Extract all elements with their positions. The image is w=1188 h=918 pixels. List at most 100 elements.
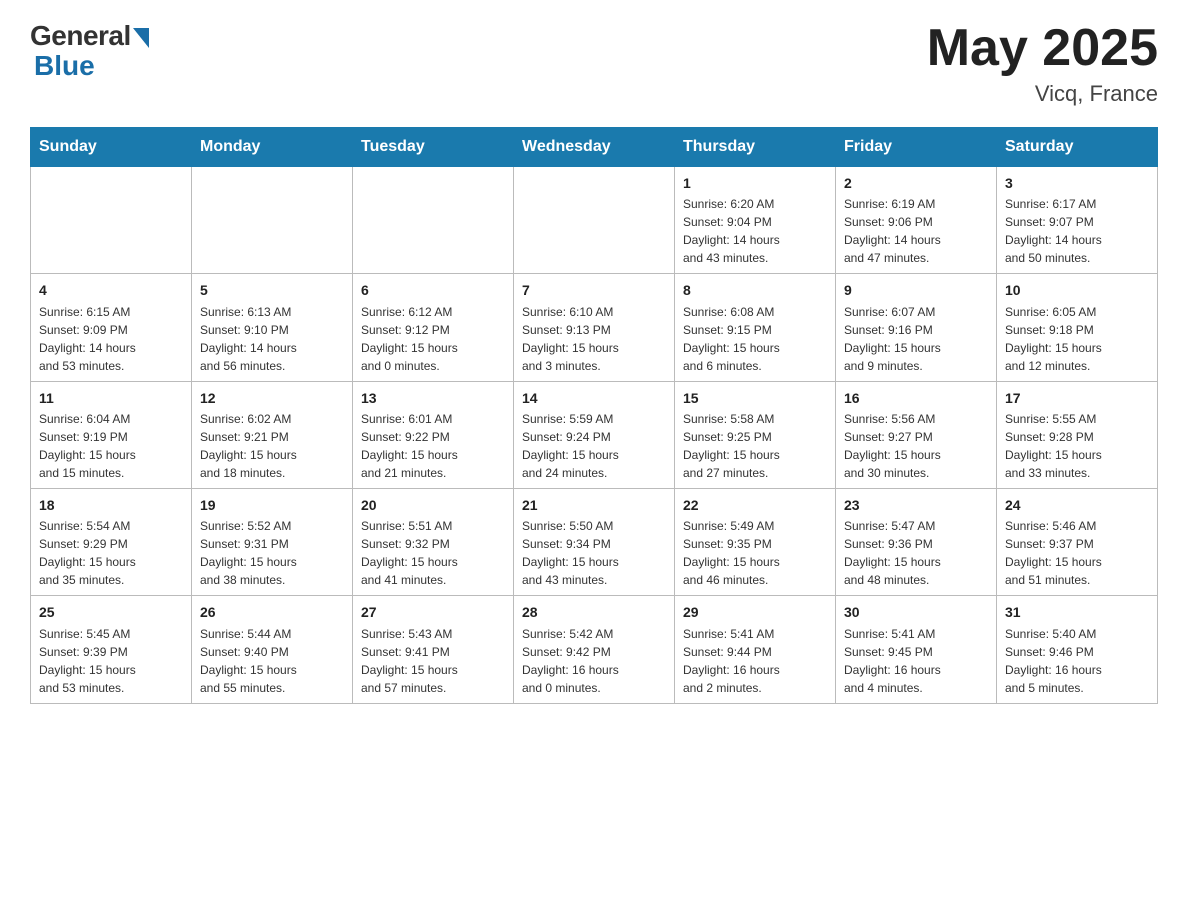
day-number: 22 <box>683 495 827 515</box>
calendar-week-row: 11Sunrise: 6:04 AM Sunset: 9:19 PM Dayli… <box>31 381 1158 488</box>
day-number: 5 <box>200 280 344 300</box>
day-info: Sunrise: 5:46 AM Sunset: 9:37 PM Dayligh… <box>1005 517 1149 589</box>
table-row: 8 Sunrise: 6:08 AM Sunset: 9:15 PM Daylig… <box>675 274 836 381</box>
day-info: Sunrise: 5:41 AM Sunset: 9:44 PM Dayligh… <box>683 625 827 697</box>
table-row: 29 Sunrise: 5:41 AM Sunset: 9:44 PM Dayli… <box>675 596 836 703</box>
table-row: 1Sunrise: 6:20 AM Sunset: 9:04 PM Daylig… <box>675 167 836 274</box>
day-info: Sunrise: 6:02 AM Sunset: 9:21 PM Dayligh… <box>200 410 344 482</box>
table-row: 23Sunrise: 5:47 AM Sunset: 9:36 PM Dayli… <box>836 489 997 596</box>
day-number: 28 <box>522 602 666 622</box>
day-info: Sunrise: 6:19 AM Sunset: 9:06 PM Dayligh… <box>844 195 988 267</box>
day-number: 8 <box>683 280 827 300</box>
calendar-week-row: 25 Sunrise: 5:45 AM Sunset: 9:39 PM Dayli… <box>31 596 1158 703</box>
day-number: 7 <box>522 280 666 300</box>
day-number: 27 <box>361 602 505 622</box>
table-row: 21Sunrise: 5:50 AM Sunset: 9:34 PM Dayli… <box>514 489 675 596</box>
day-info: Sunrise: 6:07 AM Sunset: 9:16 PM Dayligh… <box>844 303 988 375</box>
col-friday: Friday <box>836 128 997 167</box>
day-info: Sunrise: 6:04 AM Sunset: 9:19 PM Dayligh… <box>39 410 183 482</box>
day-number: 6 <box>361 280 505 300</box>
day-info: Sunrise: 5:52 AM Sunset: 9:31 PM Dayligh… <box>200 517 344 589</box>
table-row: 9 Sunrise: 6:07 AM Sunset: 9:16 PM Daylig… <box>836 274 997 381</box>
table-row: 26 Sunrise: 5:44 AM Sunset: 9:40 PM Dayli… <box>192 596 353 703</box>
day-number: 2 <box>844 173 988 193</box>
logo-arrow-icon <box>133 28 149 48</box>
calendar-header-row: Sunday Monday Tuesday Wednesday Thursday… <box>31 128 1158 167</box>
day-number: 15 <box>683 388 827 408</box>
table-row <box>31 167 192 274</box>
day-info: Sunrise: 5:40 AM Sunset: 9:46 PM Dayligh… <box>1005 625 1149 697</box>
day-info: Sunrise: 5:49 AM Sunset: 9:35 PM Dayligh… <box>683 517 827 589</box>
table-row <box>514 167 675 274</box>
table-row: 7 Sunrise: 6:10 AM Sunset: 9:13 PM Daylig… <box>514 274 675 381</box>
day-number: 12 <box>200 388 344 408</box>
table-row: 27 Sunrise: 5:43 AM Sunset: 9:41 PM Dayli… <box>353 596 514 703</box>
table-row: 20Sunrise: 5:51 AM Sunset: 9:32 PM Dayli… <box>353 489 514 596</box>
day-info: Sunrise: 5:51 AM Sunset: 9:32 PM Dayligh… <box>361 517 505 589</box>
day-info: Sunrise: 6:10 AM Sunset: 9:13 PM Dayligh… <box>522 303 666 375</box>
calendar-table: Sunday Monday Tuesday Wednesday Thursday… <box>30 127 1158 703</box>
day-number: 16 <box>844 388 988 408</box>
day-info: Sunrise: 5:50 AM Sunset: 9:34 PM Dayligh… <box>522 517 666 589</box>
day-info: Sunrise: 6:12 AM Sunset: 9:12 PM Dayligh… <box>361 303 505 375</box>
day-number: 24 <box>1005 495 1149 515</box>
col-tuesday: Tuesday <box>353 128 514 167</box>
col-wednesday: Wednesday <box>514 128 675 167</box>
calendar-week-row: 4Sunrise: 6:15 AM Sunset: 9:09 PM Daylig… <box>31 274 1158 381</box>
day-info: Sunrise: 6:17 AM Sunset: 9:07 PM Dayligh… <box>1005 195 1149 267</box>
table-row: 5 Sunrise: 6:13 AM Sunset: 9:10 PM Daylig… <box>192 274 353 381</box>
day-info: Sunrise: 5:42 AM Sunset: 9:42 PM Dayligh… <box>522 625 666 697</box>
logo: General Blue <box>30 20 149 82</box>
month-year-title: May 2025 <box>927 20 1158 77</box>
table-row: 19Sunrise: 5:52 AM Sunset: 9:31 PM Dayli… <box>192 489 353 596</box>
table-row: 25 Sunrise: 5:45 AM Sunset: 9:39 PM Dayli… <box>31 596 192 703</box>
day-number: 31 <box>1005 602 1149 622</box>
calendar-week-row: 18Sunrise: 5:54 AM Sunset: 9:29 PM Dayli… <box>31 489 1158 596</box>
day-info: Sunrise: 5:55 AM Sunset: 9:28 PM Dayligh… <box>1005 410 1149 482</box>
day-number: 25 <box>39 602 183 622</box>
col-thursday: Thursday <box>675 128 836 167</box>
table-row: 6 Sunrise: 6:12 AM Sunset: 9:12 PM Daylig… <box>353 274 514 381</box>
table-row: 28 Sunrise: 5:42 AM Sunset: 9:42 PM Dayli… <box>514 596 675 703</box>
col-saturday: Saturday <box>997 128 1158 167</box>
col-sunday: Sunday <box>31 128 192 167</box>
table-row: 24Sunrise: 5:46 AM Sunset: 9:37 PM Dayli… <box>997 489 1158 596</box>
table-row: 11Sunrise: 6:04 AM Sunset: 9:19 PM Dayli… <box>31 381 192 488</box>
table-row: 2Sunrise: 6:19 AM Sunset: 9:06 PM Daylig… <box>836 167 997 274</box>
day-info: Sunrise: 6:05 AM Sunset: 9:18 PM Dayligh… <box>1005 303 1149 375</box>
day-number: 1 <box>683 173 827 193</box>
day-number: 4 <box>39 280 183 300</box>
table-row: 31 Sunrise: 5:40 AM Sunset: 9:46 PM Dayli… <box>997 596 1158 703</box>
table-row: 22Sunrise: 5:49 AM Sunset: 9:35 PM Dayli… <box>675 489 836 596</box>
day-number: 10 <box>1005 280 1149 300</box>
table-row: 12Sunrise: 6:02 AM Sunset: 9:21 PM Dayli… <box>192 381 353 488</box>
day-number: 30 <box>844 602 988 622</box>
day-number: 29 <box>683 602 827 622</box>
day-number: 13 <box>361 388 505 408</box>
day-number: 3 <box>1005 173 1149 193</box>
day-info: Sunrise: 6:13 AM Sunset: 9:10 PM Dayligh… <box>200 303 344 375</box>
table-row: 17Sunrise: 5:55 AM Sunset: 9:28 PM Dayli… <box>997 381 1158 488</box>
table-row: 16Sunrise: 5:56 AM Sunset: 9:27 PM Dayli… <box>836 381 997 488</box>
table-row: 15Sunrise: 5:58 AM Sunset: 9:25 PM Dayli… <box>675 381 836 488</box>
table-row: 3Sunrise: 6:17 AM Sunset: 9:07 PM Daylig… <box>997 167 1158 274</box>
day-number: 17 <box>1005 388 1149 408</box>
table-row: 30 Sunrise: 5:41 AM Sunset: 9:45 PM Dayli… <box>836 596 997 703</box>
table-row <box>192 167 353 274</box>
day-info: Sunrise: 5:56 AM Sunset: 9:27 PM Dayligh… <box>844 410 988 482</box>
day-number: 23 <box>844 495 988 515</box>
day-number: 19 <box>200 495 344 515</box>
day-info: Sunrise: 5:58 AM Sunset: 9:25 PM Dayligh… <box>683 410 827 482</box>
table-row: 4Sunrise: 6:15 AM Sunset: 9:09 PM Daylig… <box>31 274 192 381</box>
day-info: Sunrise: 5:41 AM Sunset: 9:45 PM Dayligh… <box>844 625 988 697</box>
table-row: 13Sunrise: 6:01 AM Sunset: 9:22 PM Dayli… <box>353 381 514 488</box>
day-number: 26 <box>200 602 344 622</box>
day-number: 9 <box>844 280 988 300</box>
day-info: Sunrise: 5:44 AM Sunset: 9:40 PM Dayligh… <box>200 625 344 697</box>
table-row: 10 Sunrise: 6:05 AM Sunset: 9:18 PM Dayli… <box>997 274 1158 381</box>
day-info: Sunrise: 5:43 AM Sunset: 9:41 PM Dayligh… <box>361 625 505 697</box>
day-number: 11 <box>39 388 183 408</box>
day-info: Sunrise: 5:59 AM Sunset: 9:24 PM Dayligh… <box>522 410 666 482</box>
day-info: Sunrise: 6:08 AM Sunset: 9:15 PM Dayligh… <box>683 303 827 375</box>
day-info: Sunrise: 5:45 AM Sunset: 9:39 PM Dayligh… <box>39 625 183 697</box>
